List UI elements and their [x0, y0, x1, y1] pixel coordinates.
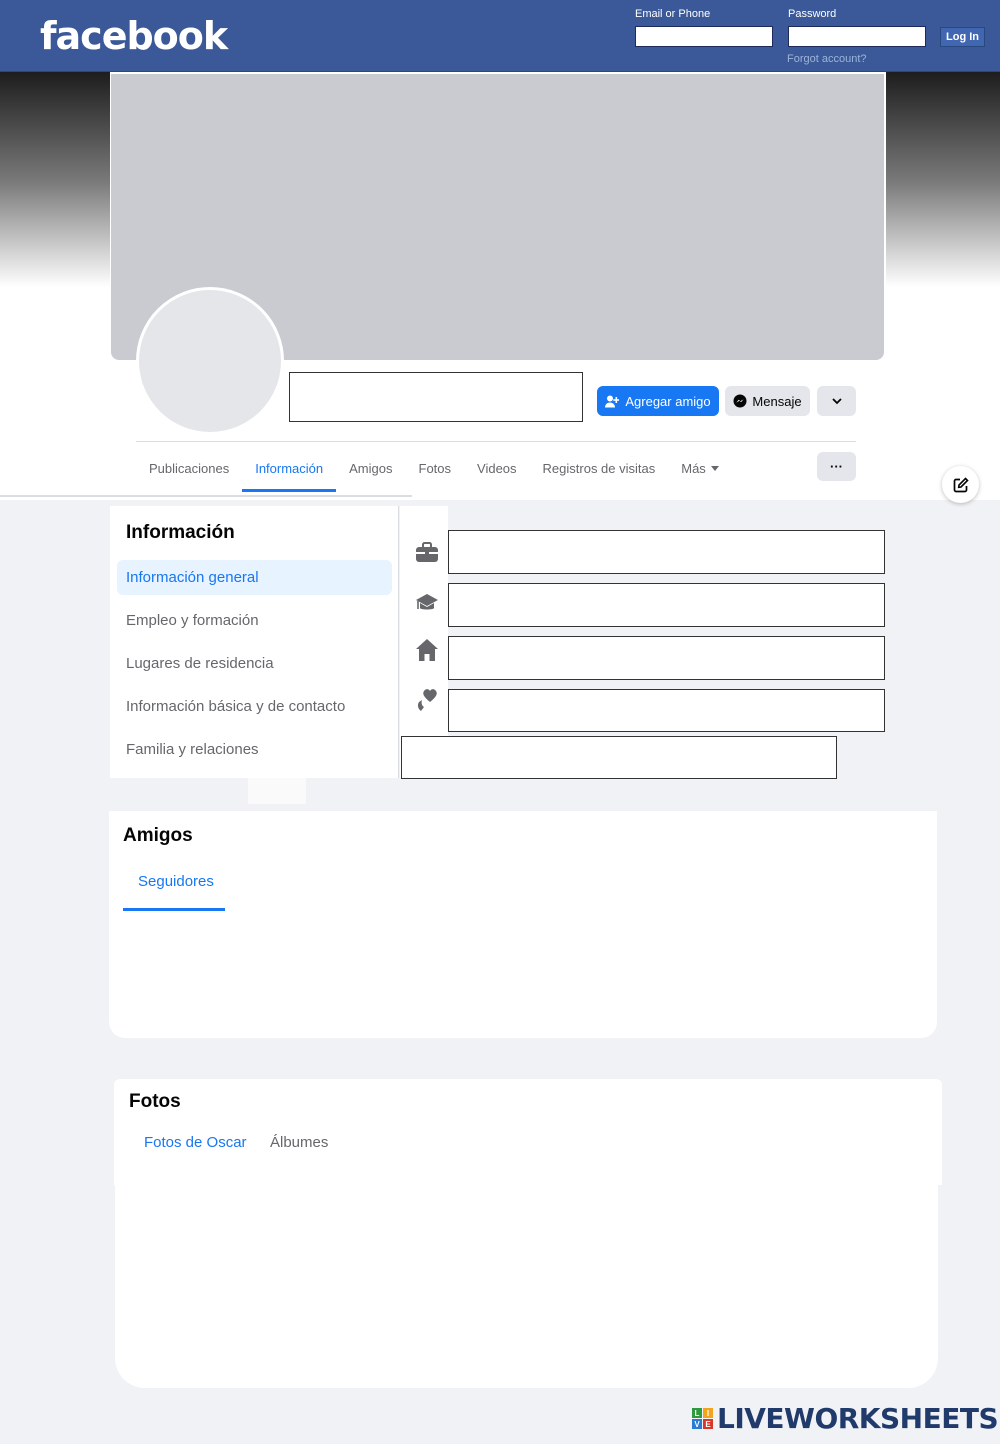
profile-name-box[interactable]: [289, 372, 583, 422]
info-item-contacto[interactable]: Información básica y de contacto: [117, 689, 392, 724]
home-icon: [414, 637, 440, 663]
info-item-residencia[interactable]: Lugares de residencia: [117, 646, 392, 681]
info-item-familia[interactable]: Familia y relaciones: [117, 732, 392, 767]
answer-field-work[interactable]: [448, 530, 885, 574]
edit-button[interactable]: [942, 466, 979, 503]
chevron-down-icon: [831, 397, 842, 404]
tab-mas-label: Más: [681, 460, 706, 476]
logo-letter-e: E: [703, 1419, 713, 1429]
message-label: Mensaje: [752, 393, 802, 409]
info-sidebar: Información Información general Empleo y…: [110, 506, 399, 778]
edit-icon: [953, 476, 969, 492]
tab-fotos-de-oscar[interactable]: Fotos de Oscar: [144, 1134, 247, 1151]
briefcase-icon: [414, 540, 440, 566]
login-button[interactable]: Log In: [940, 27, 985, 47]
tab-videos[interactable]: Videos: [464, 448, 530, 488]
more-options-button[interactable]: ···: [817, 452, 856, 481]
graduation-cap-icon: [414, 590, 440, 616]
friends-title: Amigos: [123, 825, 193, 846]
logo-letter-l: L: [692, 1408, 702, 1418]
tab-registros[interactable]: Registros de visitas: [530, 448, 669, 488]
add-friend-button[interactable]: Agregar amigo: [597, 386, 719, 416]
tab-fotos[interactable]: Fotos: [406, 448, 465, 488]
tab-informacion[interactable]: Información: [242, 448, 337, 492]
email-label: Email or Phone: [635, 8, 711, 20]
answer-field-extra[interactable]: [401, 736, 837, 779]
photos-grid: [115, 1184, 938, 1388]
watermark-text: LIVEWORKSHEETS: [717, 1402, 999, 1435]
profile-dropdown-button[interactable]: [817, 386, 856, 416]
forgot-account-link[interactable]: Forgot account?: [787, 53, 867, 65]
messenger-icon: [733, 394, 747, 408]
facebook-logo[interactable]: facebook: [40, 14, 228, 58]
tab-mas[interactable]: Más: [668, 448, 732, 488]
avatar[interactable]: [136, 287, 284, 435]
caret-down-icon: [710, 465, 719, 471]
photos-section: Fotos: [114, 1079, 942, 1185]
password-field[interactable]: [788, 26, 926, 47]
tab-amigos[interactable]: Amigos: [336, 448, 405, 488]
photos-title: Fotos: [129, 1091, 181, 1112]
add-friend-label: Agregar amigo: [625, 393, 711, 409]
info-title: Información: [126, 522, 235, 543]
smudge-patch: [248, 778, 306, 804]
friends-section: Amigos Seguidores: [109, 811, 937, 1038]
email-field[interactable]: [635, 26, 773, 47]
tab-albumes[interactable]: Álbumes: [270, 1134, 328, 1151]
logo-letter-i: I: [703, 1408, 713, 1418]
answer-field-home[interactable]: [448, 636, 885, 680]
tab-seguidores[interactable]: Seguidores: [123, 869, 225, 911]
answer-field-relationship[interactable]: [448, 689, 885, 732]
info-item-empleo[interactable]: Empleo y formación: [117, 603, 392, 638]
logo-letter-v: V: [692, 1419, 702, 1429]
tab-publicaciones[interactable]: Publicaciones: [136, 448, 242, 488]
password-label: Password: [788, 8, 837, 20]
profile-tabs: Publicaciones Información Amigos Fotos V…: [136, 448, 732, 492]
top-navbar: facebook Email or Phone Password Log In …: [0, 0, 1000, 72]
message-button[interactable]: Mensaje: [725, 386, 810, 416]
liveworksheets-logo-icon: L I V E: [692, 1408, 713, 1429]
answer-field-education[interactable]: [448, 583, 885, 627]
header-divider: [136, 441, 856, 442]
info-item-general[interactable]: Información general: [117, 560, 392, 595]
heart-icon: [414, 686, 440, 712]
section-line: [0, 495, 412, 497]
liveworksheets-watermark: L I V E LIVEWORKSHEETS: [692, 1402, 999, 1435]
add-friend-icon: [605, 395, 620, 407]
